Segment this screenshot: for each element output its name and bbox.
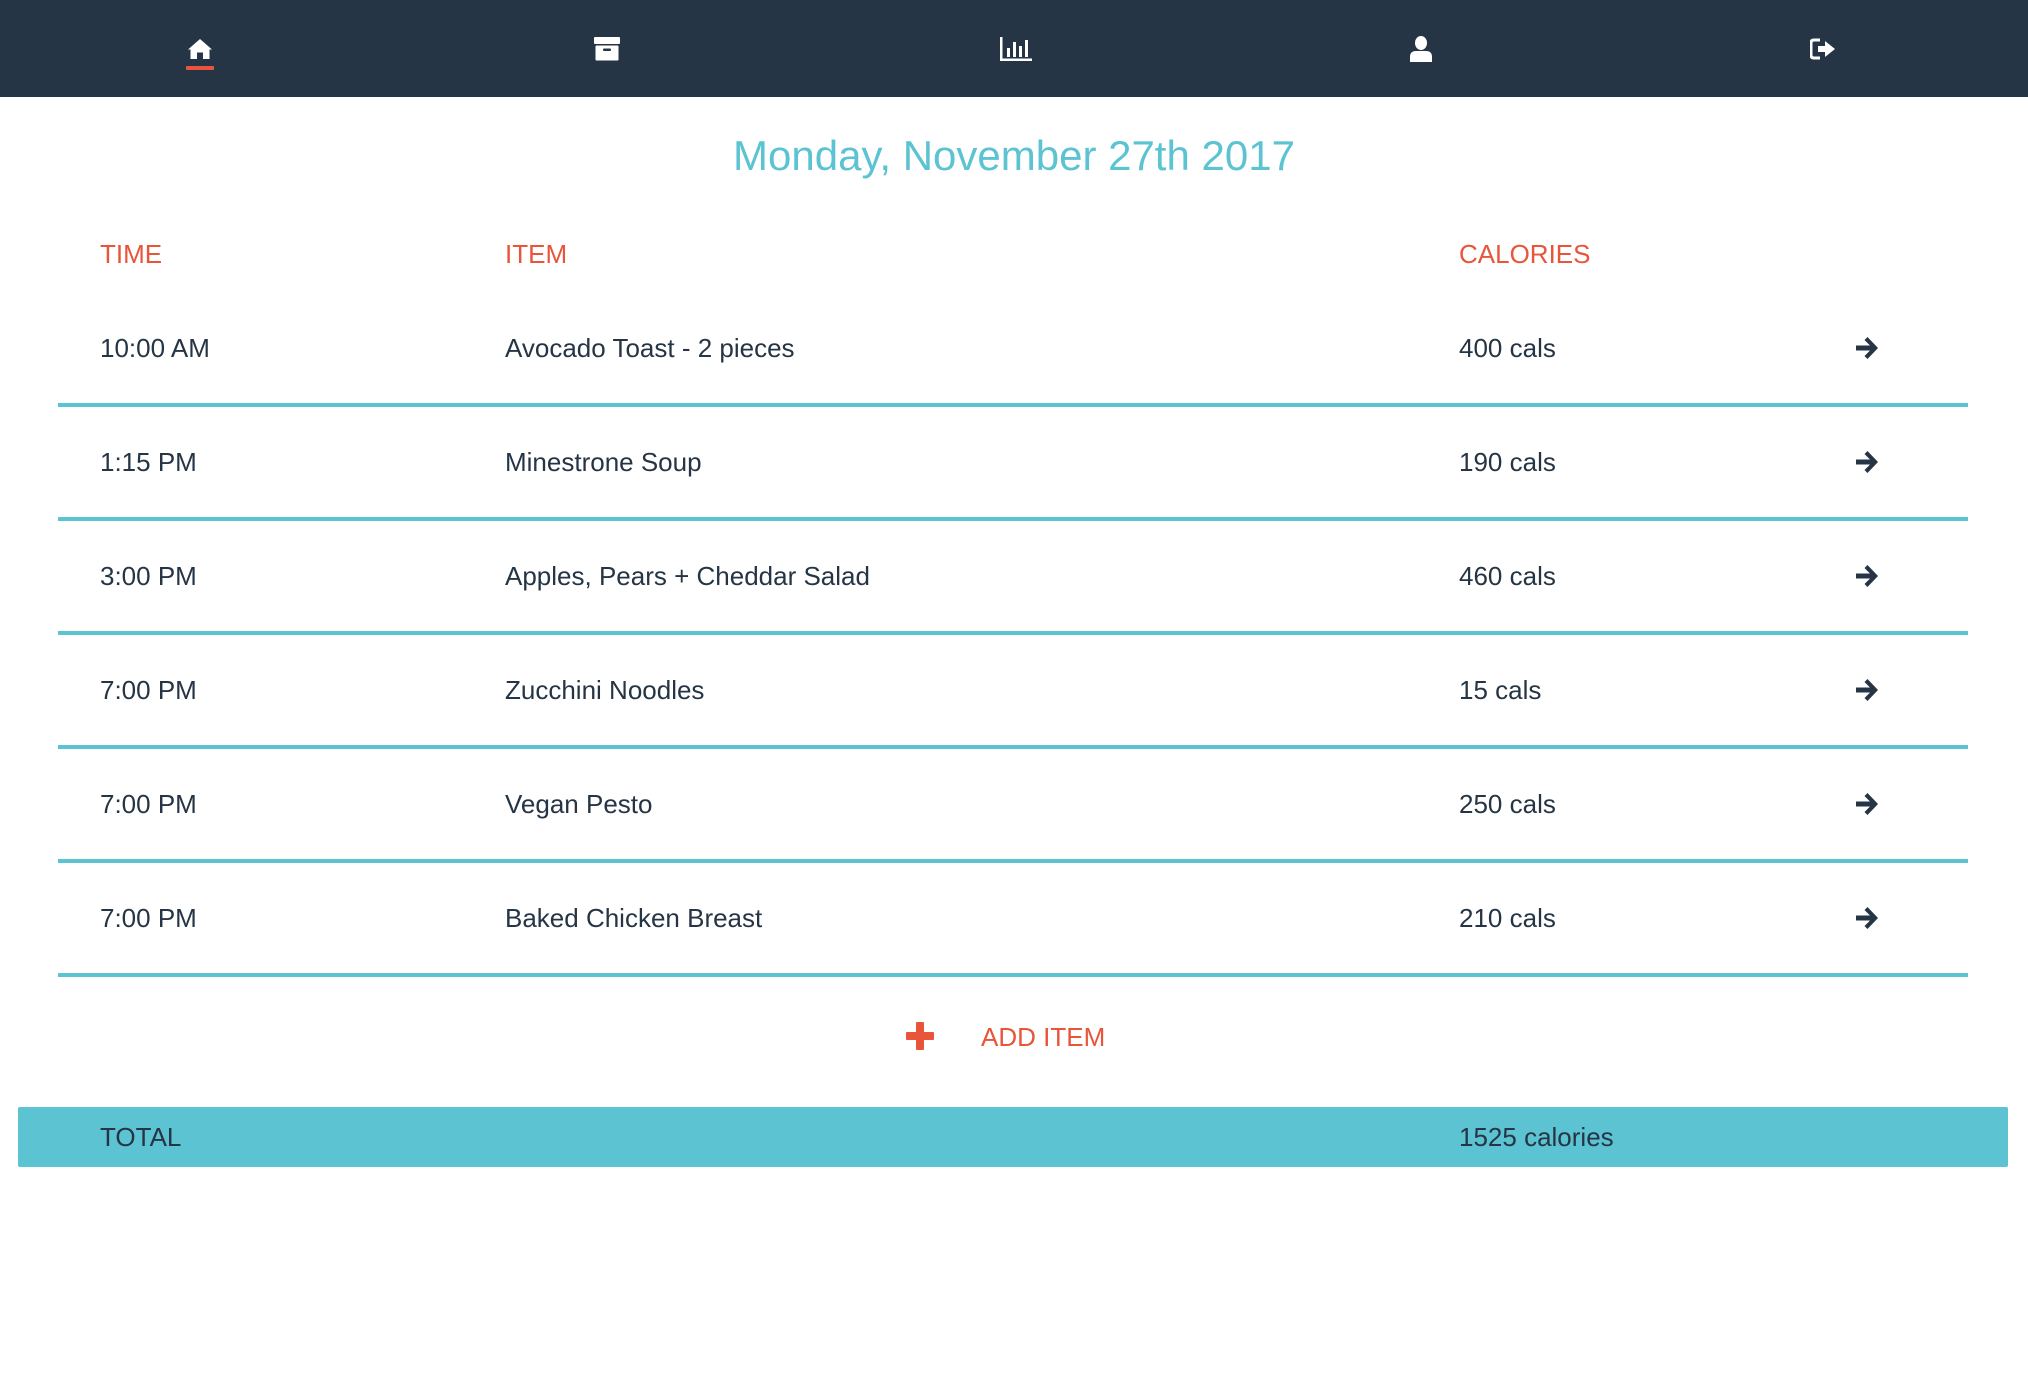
- plus-icon: [906, 1022, 934, 1050]
- add-item-label: ADD ITEM: [981, 1022, 1106, 1052]
- home-icon: [188, 38, 212, 59]
- total-value: 1525 calories: [1459, 1122, 1614, 1152]
- arrow-right-icon[interactable]: [1852, 333, 1882, 363]
- arrow-right-icon[interactable]: [1852, 903, 1882, 933]
- arrow-right-icon[interactable]: [1852, 675, 1882, 705]
- nav-profile[interactable]: [1361, 0, 1481, 97]
- row-calories: 190 cals: [1459, 447, 1556, 477]
- row-item: Zucchini Noodles: [505, 675, 705, 705]
- table-row[interactable]: 7:00 PM Zucchini Noodles 15 cals: [58, 635, 1968, 749]
- row-calories: 400 cals: [1459, 333, 1556, 363]
- nav-home[interactable]: [140, 0, 260, 97]
- nav-stats[interactable]: [956, 0, 1076, 97]
- table-row[interactable]: 3:00 PM Apples, Pears + Cheddar Salad 46…: [58, 521, 1968, 635]
- row-time: 1:15 PM: [100, 447, 197, 477]
- nav-archive[interactable]: [547, 0, 667, 97]
- table-row[interactable]: 7:00 PM Vegan Pesto 250 cals: [58, 749, 1968, 863]
- nav-logout[interactable]: [1764, 0, 1884, 97]
- row-item: Avocado Toast - 2 pieces: [505, 333, 795, 363]
- total-bar: TOTAL 1525 calories: [18, 1107, 2008, 1167]
- column-header-time: TIME: [100, 239, 163, 269]
- sign-out-icon: [1810, 38, 1835, 59]
- user-icon: [1410, 35, 1432, 62]
- total-label: TOTAL: [100, 1122, 182, 1152]
- row-item: Apples, Pears + Cheddar Salad: [505, 561, 870, 591]
- row-time: 7:00 PM: [100, 903, 197, 933]
- table-row[interactable]: 10:00 AM Avocado Toast - 2 pieces 400 ca…: [58, 293, 1968, 407]
- row-calories: 460 cals: [1459, 561, 1556, 591]
- row-item: Baked Chicken Breast: [505, 903, 763, 933]
- bar-chart-icon: [1000, 36, 1032, 61]
- page-title: Monday, November 27th 2017: [733, 132, 1295, 179]
- row-item: Minestrone Soup: [505, 447, 702, 477]
- top-navbar: [0, 0, 2028, 97]
- column-header-item: ITEM: [505, 239, 568, 269]
- active-tab-indicator: [186, 66, 214, 70]
- table-row[interactable]: 7:00 PM Baked Chicken Breast 210 cals: [58, 863, 1968, 977]
- row-item: Vegan Pesto: [505, 789, 653, 819]
- row-time: 10:00 AM: [100, 333, 210, 363]
- arrow-right-icon[interactable]: [1852, 789, 1882, 819]
- row-time: 7:00 PM: [100, 789, 197, 819]
- arrow-right-icon[interactable]: [1852, 447, 1882, 477]
- column-header-calories: CALORIES: [1459, 239, 1591, 269]
- row-calories: 15 cals: [1459, 675, 1542, 705]
- row-time: 3:00 PM: [100, 561, 197, 591]
- arrow-right-icon[interactable]: [1852, 561, 1882, 591]
- row-time: 7:00 PM: [100, 675, 197, 705]
- archive-icon: [594, 36, 620, 60]
- row-calories: 210 cals: [1459, 903, 1556, 933]
- table-row[interactable]: 1:15 PM Minestrone Soup 190 cals: [58, 407, 1968, 521]
- row-calories: 250 cals: [1459, 789, 1556, 819]
